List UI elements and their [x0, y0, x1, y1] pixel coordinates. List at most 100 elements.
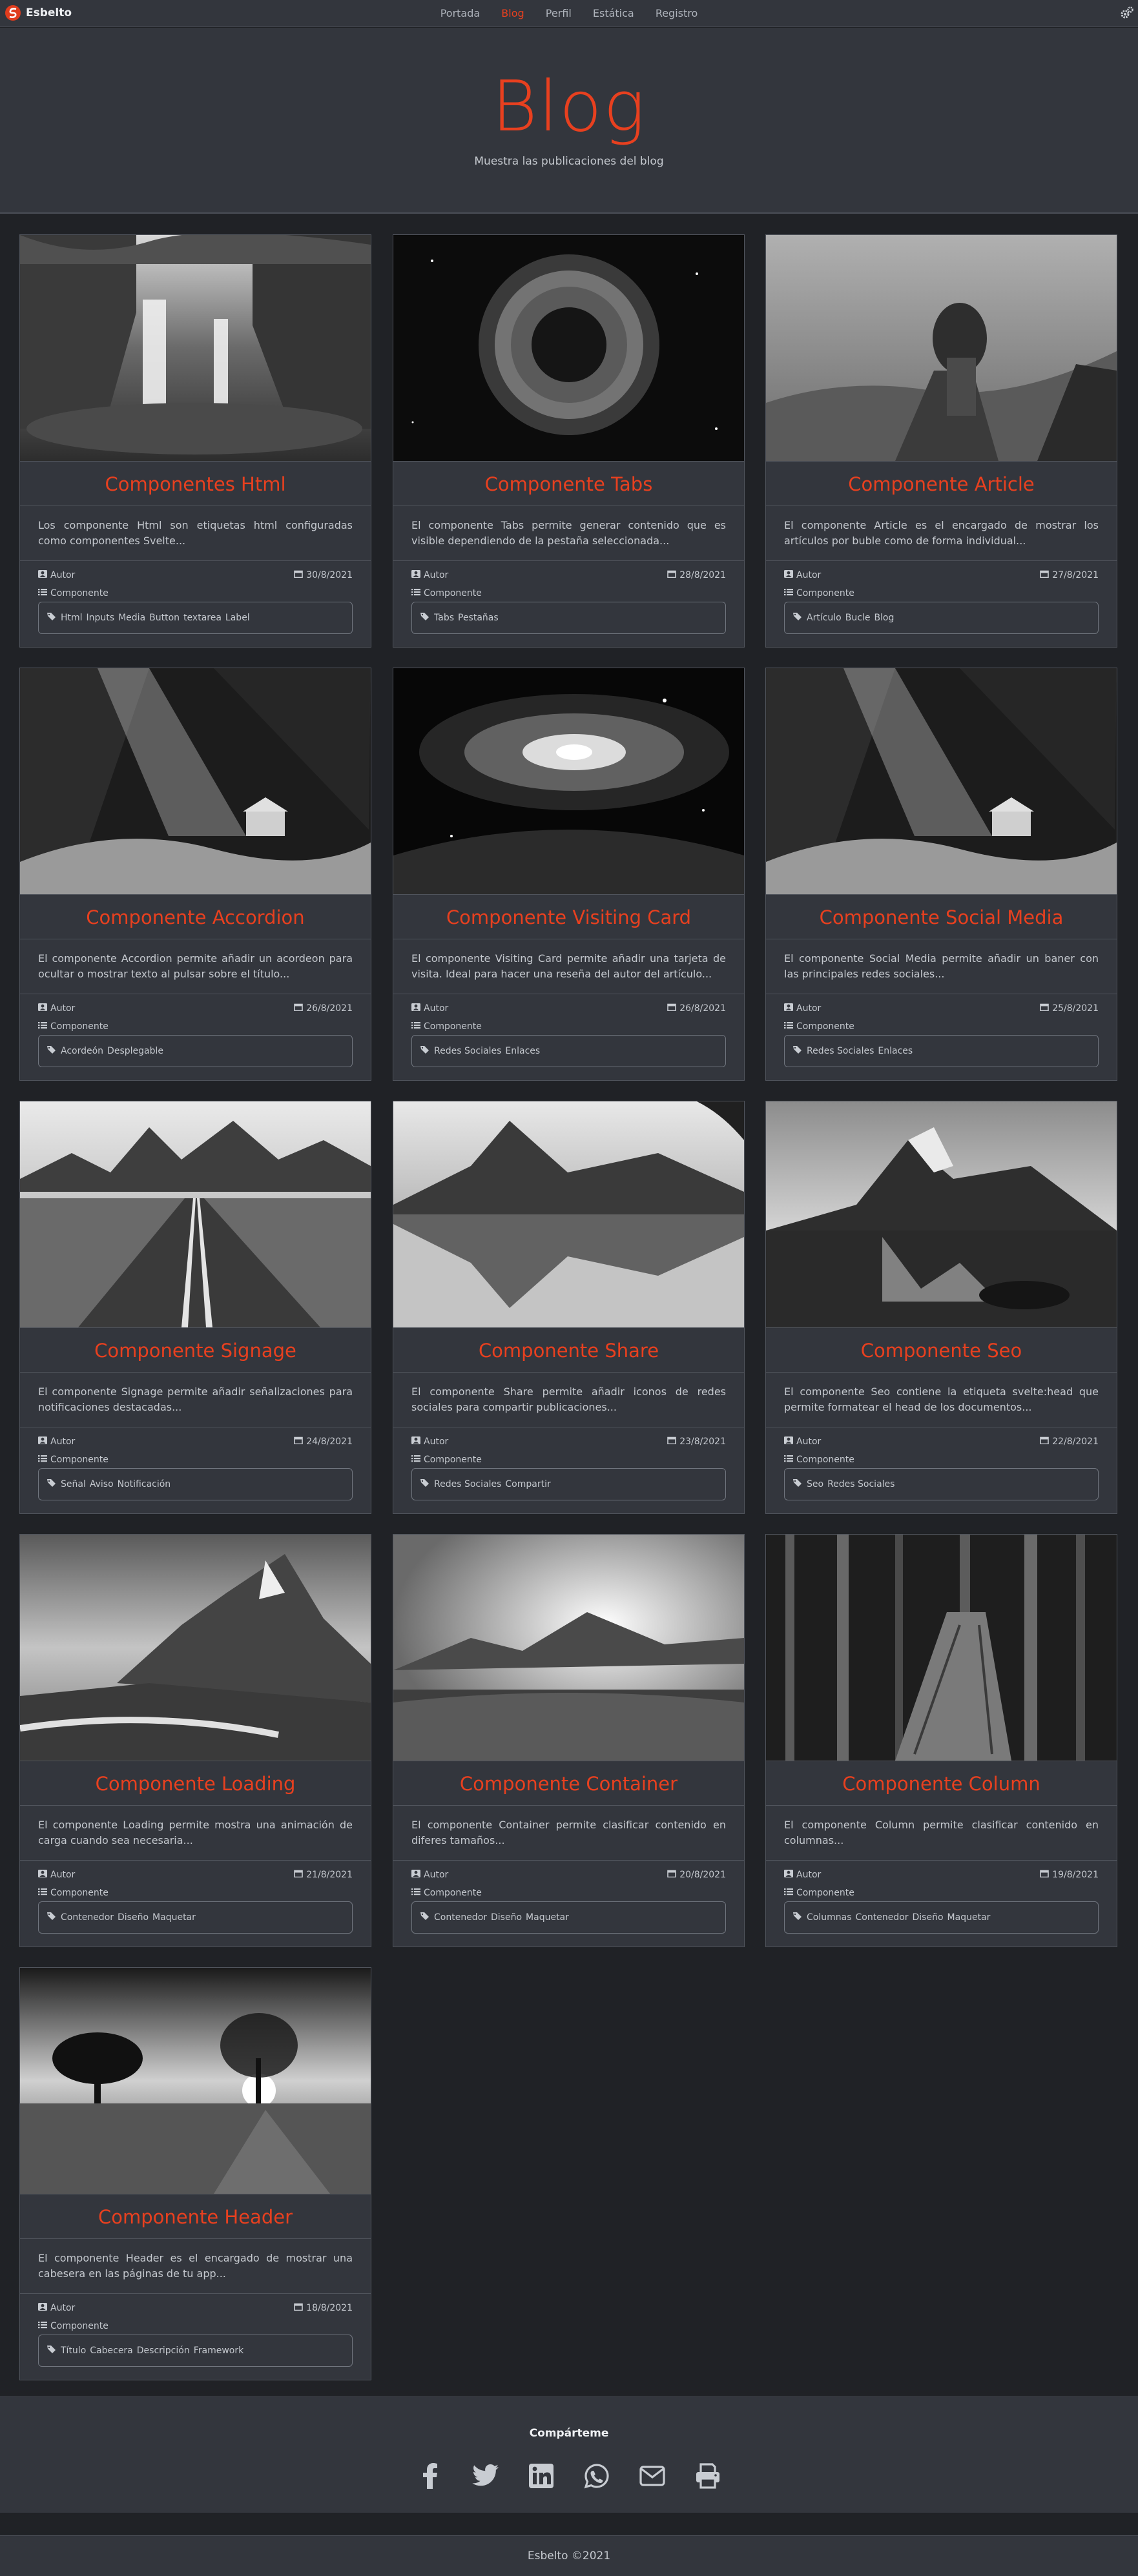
card-category[interactable]: Componente: [796, 1021, 854, 1032]
tag-label[interactable]: Artículo: [807, 613, 842, 623]
tag-label[interactable]: Redes Sociales: [434, 1479, 501, 1489]
card-category[interactable]: Componente: [50, 2321, 109, 2331]
tag-label[interactable]: Redes Sociales: [434, 1046, 501, 1056]
card-category[interactable]: Componente: [50, 588, 109, 598]
card-image[interactable]: [20, 1968, 371, 2194]
card-category[interactable]: Componente: [796, 1888, 854, 1898]
blog-card[interactable]: Componente Article El componente Article…: [765, 234, 1117, 648]
tag-label[interactable]: Diseño: [118, 1912, 149, 1923]
card-image[interactable]: [393, 668, 744, 894]
tag-label[interactable]: Pestañas: [458, 613, 499, 623]
tag-label[interactable]: Media: [118, 613, 145, 623]
card-category[interactable]: Componente: [424, 588, 482, 598]
tag-label[interactable]: Enlaces: [505, 1046, 540, 1056]
tag-label[interactable]: Redes Sociales: [807, 1046, 874, 1056]
card-category[interactable]: Componente: [424, 1021, 482, 1032]
tag-label[interactable]: Compartir: [505, 1479, 550, 1489]
card-image[interactable]: [393, 235, 744, 461]
tag-label[interactable]: Título: [61, 2346, 86, 2356]
tag-label[interactable]: Diseño: [491, 1912, 522, 1923]
tag-label[interactable]: Seo: [807, 1479, 823, 1489]
tag-label[interactable]: Redes Sociales: [827, 1479, 895, 1489]
card-title[interactable]: Componente Social Media: [766, 894, 1117, 939]
card-title[interactable]: Componente Signage: [20, 1327, 371, 1373]
tag-label[interactable]: Diseño: [913, 1912, 944, 1923]
blog-card[interactable]: Componente Container El componente Conta…: [393, 1534, 745, 1947]
tag-label[interactable]: Señal: [61, 1479, 86, 1489]
card-category[interactable]: Componente: [424, 1455, 482, 1465]
tag-label[interactable]: Maquetar: [947, 1912, 991, 1923]
tag-label[interactable]: Acordeón: [61, 1046, 103, 1056]
tag-label[interactable]: textarea: [183, 613, 222, 623]
card-title[interactable]: Componente Tabs: [393, 461, 744, 506]
tag-label[interactable]: Html: [61, 613, 83, 623]
card-title[interactable]: Componente Share: [393, 1327, 744, 1373]
tag-label[interactable]: Cabecera: [90, 2346, 133, 2356]
tag-label[interactable]: Desplegable: [107, 1046, 163, 1056]
blog-card[interactable]: Componente Share El componente Share per…: [393, 1101, 745, 1514]
tag-label[interactable]: Contenedor: [434, 1912, 487, 1923]
facebook-icon[interactable]: [416, 2462, 444, 2490]
card-title[interactable]: Componente Seo: [766, 1327, 1117, 1373]
gears-icon[interactable]: [1120, 6, 1134, 20]
tag-label[interactable]: Bucle: [845, 613, 871, 623]
card-title[interactable]: Componente Visiting Card: [393, 894, 744, 939]
tag-label[interactable]: Enlaces: [878, 1046, 913, 1056]
blog-card[interactable]: Componente Social Media El componente So…: [765, 668, 1117, 1081]
linkedin-icon[interactable]: [527, 2462, 555, 2490]
card-image[interactable]: [766, 1101, 1117, 1327]
tag-label[interactable]: Tabs: [434, 613, 454, 623]
card-image[interactable]: [393, 1535, 744, 1761]
tag-label[interactable]: Maquetar: [152, 1912, 196, 1923]
card-category[interactable]: Componente: [796, 1455, 854, 1465]
twitter-icon[interactable]: [471, 2462, 500, 2490]
tag-label[interactable]: Notificación: [118, 1479, 171, 1489]
blog-card[interactable]: Componente Signage El componente Signage…: [19, 1101, 371, 1514]
card-title[interactable]: Componente Header: [20, 2194, 371, 2239]
blog-card[interactable]: Componente Visiting Card El componente V…: [393, 668, 745, 1081]
tag-label[interactable]: Descripción: [137, 2346, 190, 2356]
card-title[interactable]: Componentes Html: [20, 461, 371, 506]
blog-card[interactable]: Componente Seo El componente Seo contien…: [765, 1101, 1117, 1514]
card-category[interactable]: Componente: [50, 1021, 109, 1032]
tag-label[interactable]: Maquetar: [526, 1912, 569, 1923]
card-title[interactable]: Componente Container: [393, 1761, 744, 1806]
card-image[interactable]: [20, 668, 371, 894]
blog-card[interactable]: Componente Accordion El componente Accor…: [19, 668, 371, 1081]
tag-label[interactable]: Blog: [874, 613, 894, 623]
nav-link-portada[interactable]: Portada: [440, 7, 480, 19]
tag-label[interactable]: Button: [149, 613, 180, 623]
card-title[interactable]: Componente Accordion: [20, 894, 371, 939]
print-icon[interactable]: [694, 2462, 722, 2490]
blog-card[interactable]: Componente Header El componente Header e…: [19, 1967, 371, 2380]
nav-link-registro[interactable]: Registro: [656, 7, 698, 19]
tag-label[interactable]: Columnas: [807, 1912, 852, 1923]
blog-card[interactable]: Componentes Html Los componente Html son…: [19, 234, 371, 648]
card-image[interactable]: [20, 1535, 371, 1761]
card-image[interactable]: [20, 1101, 371, 1327]
tag-label[interactable]: Inputs: [87, 613, 115, 623]
card-image[interactable]: [766, 1535, 1117, 1761]
whatsapp-icon[interactable]: [583, 2462, 611, 2490]
nav-link-blog[interactable]: Blog: [501, 7, 524, 19]
card-category[interactable]: Componente: [50, 1455, 109, 1465]
card-image[interactable]: [20, 235, 371, 461]
tag-label[interactable]: Aviso: [90, 1479, 114, 1489]
tag-label[interactable]: Contenedor: [61, 1912, 114, 1923]
card-title[interactable]: Componente Column: [766, 1761, 1117, 1806]
blog-card[interactable]: Componente Tabs El componente Tabs permi…: [393, 234, 745, 648]
email-icon[interactable]: [638, 2462, 667, 2490]
card-image[interactable]: [393, 1101, 744, 1327]
card-category[interactable]: Componente: [796, 588, 854, 598]
nav-link-estatica[interactable]: Estática: [593, 7, 634, 19]
card-image[interactable]: [766, 235, 1117, 461]
card-image[interactable]: [766, 668, 1117, 894]
card-category[interactable]: Componente: [424, 1888, 482, 1898]
blog-card[interactable]: Componente Loading El componente Loading…: [19, 1534, 371, 1947]
card-title[interactable]: Componente Loading: [20, 1761, 371, 1806]
tag-label[interactable]: Contenedor: [856, 1912, 909, 1923]
blog-card[interactable]: Componente Column El componente Column p…: [765, 1534, 1117, 1947]
card-category[interactable]: Componente: [50, 1888, 109, 1898]
tag-label[interactable]: Label: [225, 613, 250, 623]
tag-label[interactable]: Framework: [194, 2346, 244, 2356]
